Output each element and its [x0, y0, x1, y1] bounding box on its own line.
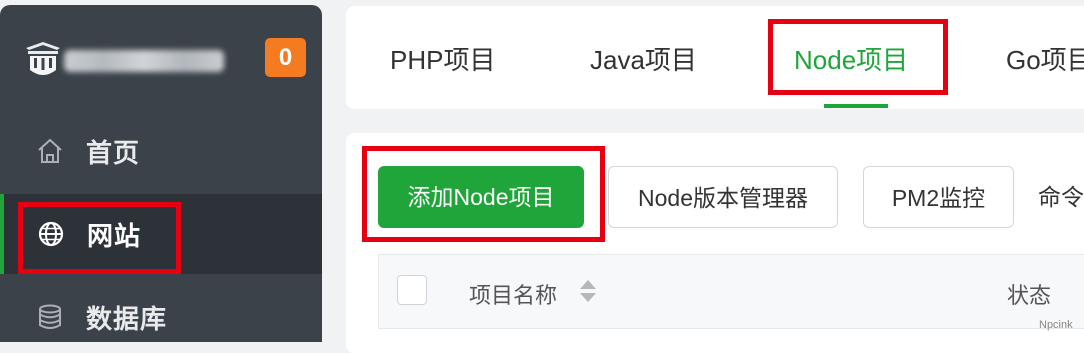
- highlight-add-button: [362, 146, 605, 242]
- column-status: 状态: [1007, 283, 1052, 308]
- tab-go[interactable]: Go项目: [1006, 40, 1084, 77]
- notification-badge[interactable]: 0: [265, 38, 306, 77]
- watermark: Npcink: [1039, 319, 1073, 331]
- highlight-node-tab: [768, 19, 948, 95]
- table-header: 项目名称 状态: [378, 254, 1084, 329]
- sort-icon[interactable]: [579, 278, 597, 304]
- node-version-manager-button[interactable]: Node版本管理器: [608, 166, 838, 228]
- sidebar-item-database[interactable]: 数据库: [0, 277, 322, 342]
- sidebar-item-home[interactable]: 首页: [0, 111, 322, 191]
- command-button[interactable]: 命令: [1038, 166, 1084, 228]
- logo-row: 0: [0, 5, 322, 110]
- active-tab-indicator: [824, 104, 888, 108]
- highlight-website: [18, 202, 181, 274]
- brand-name-blurred: [64, 50, 224, 72]
- sidebar-item-label: 数据库: [86, 304, 168, 334]
- tab-java[interactable]: Java项目: [590, 40, 697, 77]
- database-icon: [39, 304, 61, 329]
- tab-php[interactable]: PHP项目: [390, 40, 495, 77]
- sidebar-item-label: 首页: [86, 138, 141, 168]
- sidebar: 0 首页 网站 数据库: [0, 5, 322, 342]
- home-icon: [38, 138, 62, 163]
- project-tabs: PHP项目 Java项目 Node项目 Go项目: [346, 6, 1084, 109]
- pm2-monitor-button[interactable]: PM2监控: [863, 166, 1014, 228]
- select-all-checkbox[interactable]: [397, 275, 427, 305]
- column-project-name[interactable]: 项目名称: [469, 278, 557, 310]
- logo-icon: [26, 42, 60, 75]
